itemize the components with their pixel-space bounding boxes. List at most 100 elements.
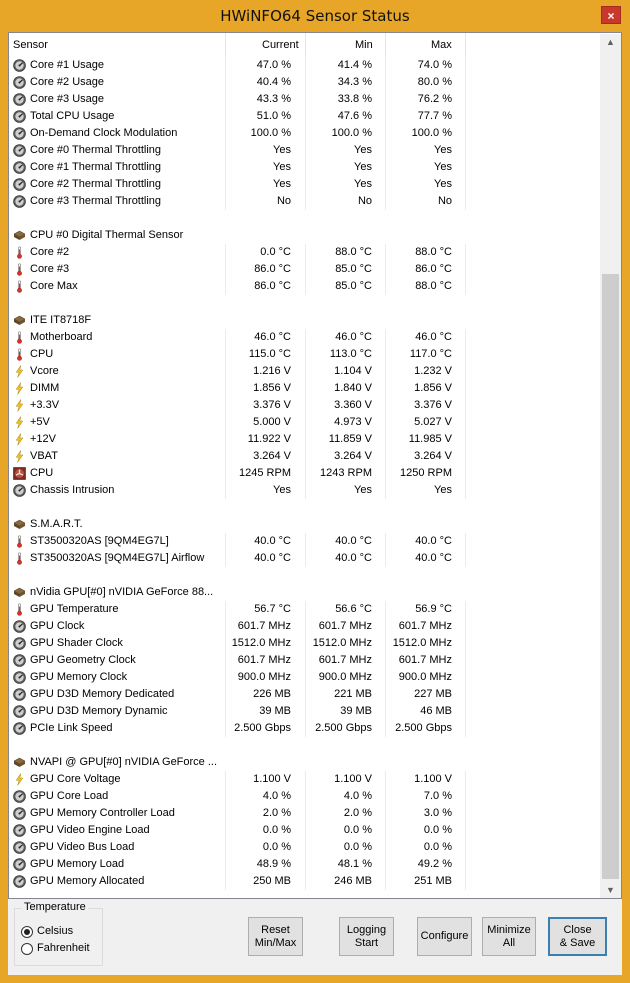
fahrenheit-label[interactable]: Fahrenheit: [37, 942, 90, 954]
sensor-row[interactable]: Core #1 Thermal Throttling Yes Yes Yes: [9, 159, 602, 176]
celsius-label[interactable]: Celsius: [37, 925, 73, 937]
sensor-name: Core #3 Usage: [30, 93, 104, 105]
sensor-row[interactable]: Core #0 Thermal Throttling Yes Yes Yes: [9, 142, 602, 159]
minimize-all-button[interactable]: Minimize All: [482, 917, 536, 956]
sensor-group-row[interactable]: S.M.A.R.T.: [9, 516, 602, 533]
sensor-row[interactable]: Vcore 1.216 V 1.104 V 1.232 V: [9, 363, 602, 380]
sensor-name: On-Demand Clock Modulation: [30, 127, 178, 139]
sensor-row[interactable]: Core #2 0.0 °C 88.0 °C 88.0 °C: [9, 244, 602, 261]
gauge-icon: [13, 110, 26, 123]
max-value: 3.376 V: [414, 399, 452, 411]
sensor-row[interactable]: GPU Temperature 56.7 °C 56.6 °C 56.9 °C: [9, 601, 602, 618]
thermometer-icon: [13, 552, 26, 565]
sensor-group-row[interactable]: ITE IT8718F: [9, 312, 602, 329]
column-header-min[interactable]: Min: [355, 39, 373, 51]
sensor-row[interactable]: GPU Video Bus Load 0.0 % 0.0 % 0.0 %: [9, 839, 602, 856]
vertical-scrollbar[interactable]: ▲ ▼: [600, 34, 621, 898]
close-window-button[interactable]: ×: [601, 6, 621, 24]
sensor-row[interactable]: +12V 11.922 V 11.859 V 11.985 V: [9, 431, 602, 448]
sensor-list[interactable]: Sensor Current Min Max Core #1 Usage 47.0…: [8, 32, 622, 899]
sensor-group-row[interactable]: nVidia GPU[#0] nVIDIA GeForce 88...: [9, 584, 602, 601]
chip-icon: [13, 314, 26, 327]
sensor-name: GPU Memory Load: [30, 858, 125, 870]
scroll-up-arrow-icon[interactable]: ▲: [600, 34, 621, 51]
max-value: 1.232 V: [414, 365, 452, 377]
cell-separator: [465, 788, 466, 805]
scroll-down-arrow-icon[interactable]: ▼: [600, 882, 621, 898]
sensor-row[interactable]: ST3500320AS [9QM4EG7L] Airflow 40.0 °C 40.…: [9, 550, 602, 567]
gauge-icon: [13, 688, 26, 701]
sensor-row[interactable]: Motherboard 46.0 °C 46.0 °C 46.0 °C: [9, 329, 602, 346]
sensor-row[interactable]: DIMM 1.856 V 1.840 V 1.856 V: [9, 380, 602, 397]
gauge-icon: [13, 127, 26, 140]
sensor-row[interactable]: GPU Memory Controller Load 2.0 % 2.0 % 3.0 …: [9, 805, 602, 822]
configure-button[interactable]: Configure: [417, 917, 472, 956]
sensor-name: DIMM: [30, 382, 60, 394]
reset-min-max-button[interactable]: Reset Min/Max: [248, 917, 303, 956]
column-divider[interactable]: [225, 33, 226, 57]
fahrenheit-radio[interactable]: [21, 943, 33, 955]
max-value: 76.2 %: [417, 93, 452, 105]
sensor-row[interactable]: CPU 115.0 °C 113.0 °C 117.0 °C: [9, 346, 602, 363]
column-divider[interactable]: [465, 33, 466, 57]
close-and-save-button[interactable]: Close & Save: [548, 917, 607, 956]
column-header-sensor[interactable]: Sensor: [13, 39, 48, 51]
minimize-button-label: Minimize All: [487, 923, 531, 949]
min-value: 246 MB: [334, 875, 372, 887]
max-value: 86.0 °C: [415, 263, 452, 275]
sensor-row[interactable]: On-Demand Clock Modulation 100.0 % 100.0 %…: [9, 125, 602, 142]
sensor-row[interactable]: Total CPU Usage 51.0 % 47.6 % 77.7 %: [9, 108, 602, 125]
title-bar[interactable]: HWiNFO64 Sensor Status ×: [0, 0, 630, 32]
max-value: 56.9 °C: [415, 603, 452, 615]
logging-start-button[interactable]: Logging Start: [339, 917, 394, 956]
sensor-name: GPU Video Engine Load: [30, 824, 150, 836]
sensor-row[interactable]: GPU Memory Load 48.9 % 48.1 % 49.2 %: [9, 856, 602, 873]
current-value: 2.500 Gbps: [234, 722, 291, 734]
celsius-radio[interactable]: [21, 926, 33, 938]
sensor-group-row[interactable]: NVAPI @ GPU[#0] nVIDIA GeForce ...: [9, 754, 602, 771]
sensor-row[interactable]: Chassis Intrusion Yes Yes Yes: [9, 482, 602, 499]
sensor-row[interactable]: GPU D3D Memory Dedicated 226 MB 221 MB 227 …: [9, 686, 602, 703]
current-value: 1.856 V: [253, 382, 291, 394]
sensor-row[interactable]: VBAT 3.264 V 3.264 V 3.264 V: [9, 448, 602, 465]
sensor-row[interactable]: GPU Video Engine Load 0.0 % 0.0 % 0.0 %: [9, 822, 602, 839]
sensor-name: Motherboard: [30, 331, 93, 343]
sensor-row[interactable]: PCIe Link Speed 2.500 Gbps 2.500 Gbps 2.500…: [9, 720, 602, 737]
column-divider[interactable]: [305, 33, 306, 57]
sensor-row[interactable]: Core #3 Thermal Throttling No No No: [9, 193, 602, 210]
scrollbar-thumb[interactable]: [602, 274, 619, 879]
sensor-row[interactable]: GPU Memory Allocated 250 MB 246 MB 251 MB: [9, 873, 602, 890]
sensor-row[interactable]: +3.3V 3.376 V 3.360 V 3.376 V: [9, 397, 602, 414]
sensor-row[interactable]: CPU 1245 RPM 1243 RPM 1250 RPM: [9, 465, 602, 482]
min-value: Yes: [354, 484, 372, 496]
column-header-max[interactable]: Max: [431, 39, 452, 51]
sensor-row[interactable]: Core Max 86.0 °C 85.0 °C 88.0 °C: [9, 278, 602, 295]
column-divider[interactable]: [385, 33, 386, 57]
sensor-row[interactable]: GPU Shader Clock 1512.0 MHz 1512.0 MHz 1512…: [9, 635, 602, 652]
min-value: 88.0 °C: [335, 246, 372, 258]
sensor-row[interactable]: Core #2 Usage 40.4 % 34.3 % 80.0 %: [9, 74, 602, 91]
max-value: 3.0 %: [423, 807, 452, 819]
fan-icon: [13, 467, 26, 480]
current-value: Yes: [273, 484, 291, 496]
min-value: 85.0 °C: [335, 280, 372, 292]
sensor-row[interactable]: Core #2 Thermal Throttling Yes Yes Yes: [9, 176, 602, 193]
reset-button-label: Reset Min/Max: [254, 923, 297, 949]
cell-separator: [465, 703, 466, 720]
sensor-row[interactable]: Core #1 Usage 47.0 % 41.4 % 74.0 %: [9, 57, 602, 74]
cell-separator: [465, 652, 466, 669]
sensor-row[interactable]: ST3500320AS [9QM4EG7L] 40.0 °C 40.0 °C 40.0…: [9, 533, 602, 550]
sensor-group-row[interactable]: CPU #0 Digital Thermal Sensor: [9, 227, 602, 244]
max-value: 0.0 %: [423, 841, 452, 853]
sensor-row[interactable]: Core #3 86.0 °C 85.0 °C 86.0 °C: [9, 261, 602, 278]
sensor-row[interactable]: Core #3 Usage 43.3 % 33.8 % 76.2 %: [9, 91, 602, 108]
sensor-row[interactable]: GPU Geometry Clock 601.7 MHz 601.7 MHz 601.…: [9, 652, 602, 669]
cell-separator: [465, 805, 466, 822]
sensor-row[interactable]: +5V 5.000 V 4.973 V 5.027 V: [9, 414, 602, 431]
sensor-row[interactable]: GPU Core Load 4.0 % 4.0 % 7.0 %: [9, 788, 602, 805]
sensor-row[interactable]: GPU Clock 601.7 MHz 601.7 MHz 601.7 MHz: [9, 618, 602, 635]
column-header-current[interactable]: Current: [262, 39, 299, 51]
sensor-row[interactable]: GPU D3D Memory Dynamic 39 MB 39 MB 46 MB: [9, 703, 602, 720]
sensor-row[interactable]: GPU Memory Clock 900.0 MHz 900.0 MHz 900.0 …: [9, 669, 602, 686]
sensor-row[interactable]: GPU Core Voltage 1.100 V 1.100 V 1.100 V: [9, 771, 602, 788]
